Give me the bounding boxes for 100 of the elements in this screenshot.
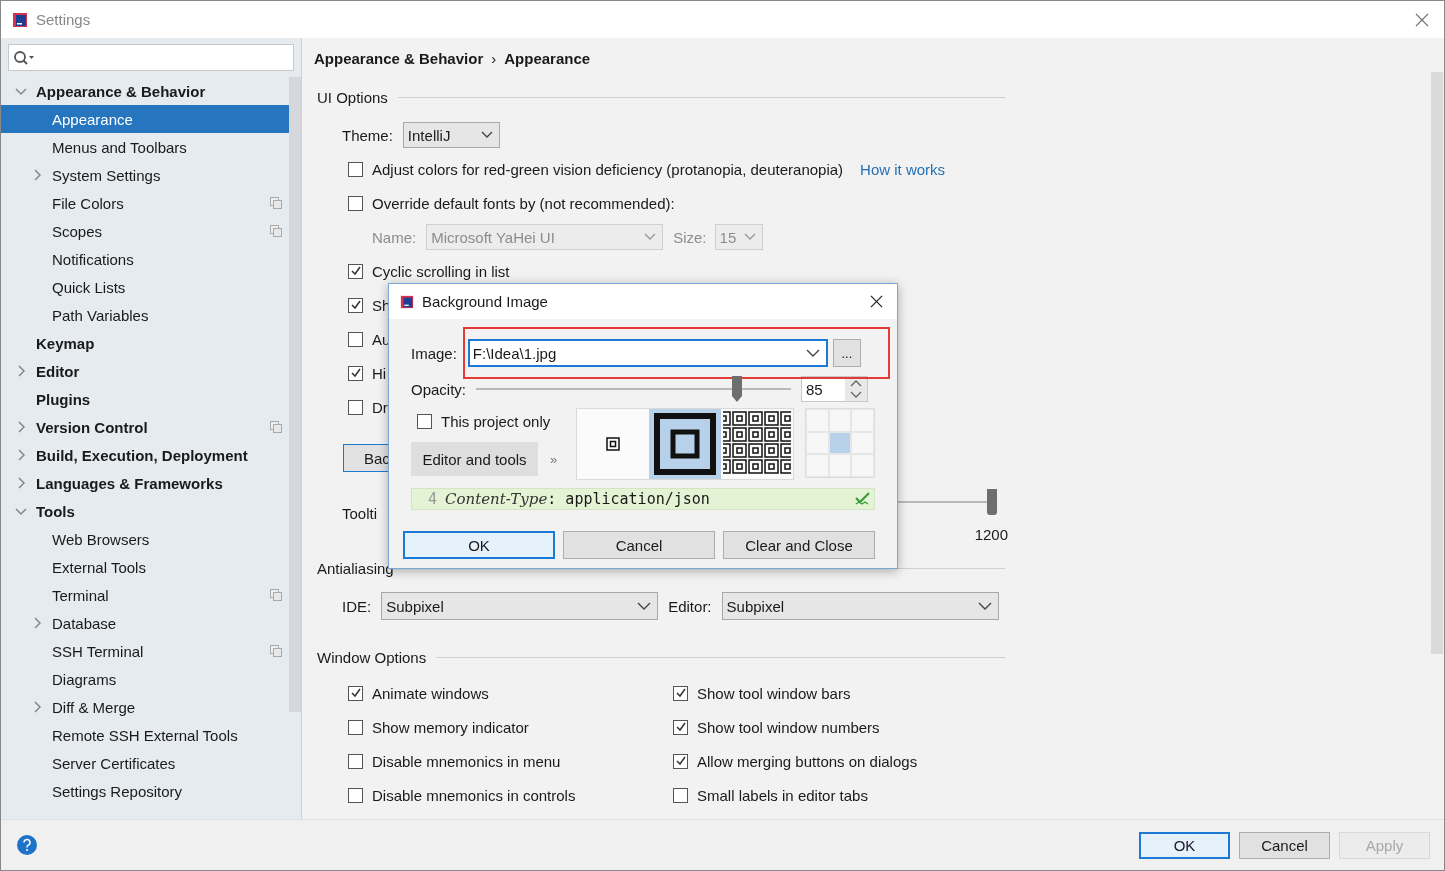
chevron-down-icon — [743, 233, 756, 241]
breadcrumb-separator: › — [491, 49, 497, 67]
theme-label: Theme: — [342, 126, 393, 144]
chevron-down-icon[interactable] — [850, 391, 863, 399]
checkbox-label: This project only — [441, 412, 551, 430]
tree-item[interactable]: Diagrams — [1, 665, 289, 693]
tick-label: 1200 — [974, 526, 1009, 543]
checkbox-label: Show memory indicator — [372, 718, 529, 736]
chevron-right-icon[interactable] — [15, 421, 27, 433]
tree-item[interactable]: Build, Execution, Deployment — [1, 441, 289, 469]
fill-mode-option[interactable] — [649, 409, 721, 479]
checkbox[interactable] — [673, 787, 688, 803]
tree-item[interactable]: Remote SSH External Tools — [1, 721, 289, 749]
chevron-down-icon — [644, 233, 657, 241]
target-button[interactable]: Editor and tools — [411, 442, 538, 476]
tree-item[interactable]: Tools — [1, 497, 289, 525]
tree-item[interactable]: Keymap — [1, 329, 289, 357]
line-number: 4 — [428, 490, 438, 508]
header-value: : application/json — [547, 490, 710, 508]
checkbox-label: Override default fonts by (not recommended): — [372, 194, 675, 212]
checkbox[interactable] — [348, 753, 363, 769]
scrollbar[interactable] — [289, 77, 301, 712]
tree-item[interactable]: Quick Lists — [1, 273, 289, 301]
ide-antialiasing-dropdown[interactable]: Subpixel — [381, 592, 659, 620]
tree-item[interactable]: Menus and Toolbars — [1, 133, 289, 161]
opacity-label: Opacity: — [411, 380, 467, 398]
chevron-right-icon[interactable] — [31, 617, 43, 629]
checkbox[interactable] — [348, 365, 363, 381]
help-icon[interactable] — [17, 835, 37, 855]
tree-item[interactable]: Appearance & Behavior — [1, 77, 289, 105]
tree-item[interactable]: Plugins — [1, 385, 289, 413]
tree-item[interactable]: Version Control — [1, 413, 289, 441]
editor-antialiasing-dropdown[interactable]: Subpixel — [721, 592, 999, 620]
dialog-button[interactable]: Cancel — [563, 531, 715, 559]
scrollbar[interactable] — [1431, 72, 1443, 654]
breadcrumb-item: Appearance & Behavior — [314, 49, 484, 67]
tree-item[interactable]: Path Variables — [1, 301, 289, 329]
app-logo-icon — [12, 11, 28, 28]
checkbox[interactable] — [348, 195, 363, 211]
checkbox[interactable] — [417, 413, 432, 429]
slider-thumb[interactable] — [987, 489, 998, 515]
small-square-icon — [606, 437, 620, 451]
chevron-up-icon[interactable] — [850, 379, 863, 387]
tree-item[interactable]: Diff & Merge — [1, 693, 289, 721]
tree-item[interactable]: Editor — [1, 357, 289, 385]
slider-thumb[interactable] — [732, 376, 743, 402]
tree-item[interactable]: Server Certificates — [1, 749, 289, 777]
checkbox[interactable] — [348, 161, 363, 177]
tree-item[interactable]: Languages & Frameworks — [1, 469, 289, 497]
chevron-down-icon[interactable] — [15, 85, 27, 97]
how-it-works-link[interactable]: How it works — [860, 160, 946, 178]
checkbox[interactable] — [348, 787, 363, 803]
tree-item[interactable]: Terminal — [1, 581, 289, 609]
check-icon — [855, 492, 871, 506]
tree-item[interactable]: Web Browsers — [1, 525, 289, 553]
breadcrumb-item: Appearance — [504, 49, 591, 67]
theme-dropdown[interactable]: IntelliJ — [402, 122, 500, 148]
browse-button[interactable]: ... — [832, 339, 861, 367]
chevron-right-icon[interactable] — [15, 477, 27, 489]
chevron-down-icon — [637, 602, 652, 610]
tree-item[interactable]: System Settings — [1, 161, 289, 189]
tree-item[interactable]: File Colors — [1, 189, 289, 217]
checkbox[interactable] — [673, 685, 688, 701]
chevron-down-icon[interactable] — [15, 505, 27, 517]
more-button[interactable]: » — [550, 451, 558, 467]
opacity-spinner[interactable]: 85 — [801, 376, 869, 402]
tree-item[interactable]: SSH Terminal — [1, 637, 289, 665]
close-icon[interactable] — [870, 295, 883, 308]
image-path-field[interactable]: F:\Idea\1.jpg — [467, 339, 828, 367]
checkbox[interactable] — [348, 297, 363, 313]
search-icon — [13, 49, 35, 66]
chevron-right-icon[interactable] — [15, 365, 27, 377]
checkbox[interactable] — [348, 263, 363, 279]
dialog-button[interactable]: OK — [1139, 831, 1230, 859]
tree-item[interactable]: Settings Repository — [1, 777, 289, 805]
dialog-button[interactable]: Clear and Close — [723, 531, 875, 559]
checkbox-label: Cyclic scrolling in list — [372, 262, 510, 280]
header-key: Content-Type — [445, 490, 548, 508]
tree-item[interactable]: Scopes — [1, 217, 289, 245]
dialog-button[interactable]: Cancel — [1239, 831, 1330, 859]
chevron-down-icon — [977, 602, 992, 610]
checkbox-label: Show tool window bars — [697, 684, 851, 702]
app-logo-icon — [400, 294, 414, 309]
search-field[interactable] — [8, 44, 294, 71]
dialog-title: Background Image — [422, 293, 548, 310]
tree-item[interactable]: External Tools — [1, 553, 289, 581]
chevron-right-icon[interactable] — [15, 449, 27, 461]
dialog-button[interactable]: OK — [403, 531, 556, 559]
tree-item[interactable]: Appearance — [1, 105, 289, 133]
tree-item[interactable]: Database — [1, 609, 289, 637]
checkbox[interactable] — [673, 719, 688, 735]
checkbox[interactable] — [348, 719, 363, 735]
checkbox[interactable] — [348, 399, 363, 415]
tree-item[interactable]: Notifications — [1, 245, 289, 273]
checkbox[interactable] — [673, 753, 688, 769]
large-square-icon — [653, 412, 717, 476]
checkbox[interactable] — [348, 331, 363, 347]
chevron-right-icon[interactable] — [31, 701, 43, 713]
checkbox[interactable] — [348, 685, 363, 701]
chevron-right-icon[interactable] — [31, 169, 43, 181]
